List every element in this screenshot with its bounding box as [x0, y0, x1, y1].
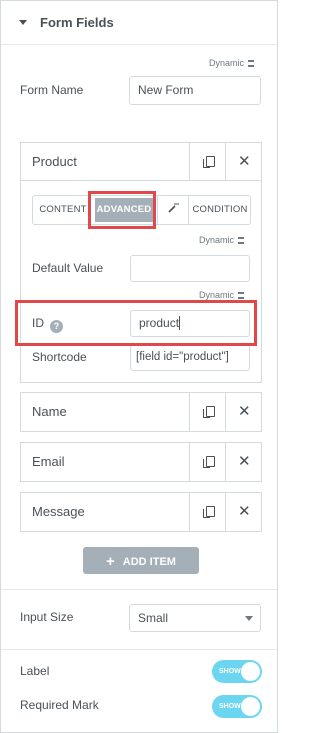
close-icon: ✕ [238, 152, 251, 170]
label-toggle-label: Label [20, 664, 50, 678]
close-icon: ✕ [238, 453, 251, 470]
repeater-item-message[interactable]: Message ✕ [20, 492, 262, 532]
dynamic-tag[interactable]: Dynamic [199, 290, 245, 300]
duplicate-button[interactable] [189, 393, 225, 431]
repeater-item-title: Name [32, 404, 67, 419]
divider [1, 649, 277, 650]
label-switch[interactable]: SHOW [212, 660, 262, 683]
duplicate-button[interactable] [189, 143, 225, 180]
required-mark-label: Required Mark [20, 698, 99, 712]
copy-icon [203, 506, 215, 518]
remove-button[interactable]: ✕ [225, 393, 261, 431]
close-icon: ✕ [238, 403, 251, 420]
default-value-label: Default Value [32, 261, 104, 275]
input-size-label: Input Size [20, 610, 74, 624]
database-icon [248, 60, 255, 67]
divider [1, 589, 277, 590]
section-title: Form Fields [40, 15, 114, 30]
tab-content[interactable]: CONTENT [33, 196, 93, 224]
section-header[interactable]: Form Fields [1, 1, 277, 45]
duplicate-button[interactable] [189, 493, 225, 531]
required-mark-switch[interactable]: SHOW [212, 695, 262, 718]
repeater-item-email[interactable]: Email ✕ [20, 442, 262, 482]
caret-down-icon [19, 20, 27, 25]
highlight-advanced-tab [88, 191, 156, 229]
shortcode-label: Shortcode [32, 350, 87, 364]
repeater-item-title: Email [32, 454, 65, 469]
highlight-id-row [15, 300, 257, 346]
default-value-input[interactable] [130, 255, 250, 282]
plus-icon: + [106, 553, 115, 570]
magic-wand-icon [168, 203, 179, 213]
repeater-item-product: Product ✕ CONTENT ADVANCED CONDITION Dyn… [20, 142, 262, 383]
switch-knob [241, 697, 260, 716]
database-icon [238, 237, 245, 244]
switch-knob [241, 662, 260, 681]
input-size-select[interactable]: Small [129, 604, 261, 632]
copy-icon [203, 406, 215, 418]
repeater-item-name[interactable]: Name ✕ [20, 392, 262, 432]
copy-icon [203, 456, 215, 468]
form-fields-panel: Form Fields Dynamic Form Name New Form P… [0, 0, 278, 733]
repeater-item-title: Product [32, 154, 77, 169]
remove-button[interactable]: ✕ [225, 143, 261, 180]
repeater-item-header[interactable]: Product ✕ [21, 143, 261, 181]
chevron-down-icon [245, 616, 253, 621]
shortcode-input[interactable]: [field id="product"] [130, 344, 250, 371]
tab-dynamic[interactable] [157, 196, 189, 224]
repeater-item-title: Message [32, 504, 85, 519]
form-name-input[interactable]: New Form [129, 76, 261, 105]
dynamic-tag[interactable]: Dynamic [199, 235, 245, 245]
close-icon: ✕ [238, 503, 251, 520]
add-item-button[interactable]: + ADD ITEM [83, 547, 199, 574]
copy-icon [203, 155, 215, 168]
remove-button[interactable]: ✕ [225, 493, 261, 531]
remove-button[interactable]: ✕ [225, 443, 261, 481]
form-name-label: Form Name [20, 83, 84, 97]
duplicate-button[interactable] [189, 443, 225, 481]
dynamic-tag[interactable]: Dynamic [209, 58, 255, 68]
tab-condition[interactable]: CONDITION [190, 196, 250, 224]
database-icon [238, 292, 245, 299]
